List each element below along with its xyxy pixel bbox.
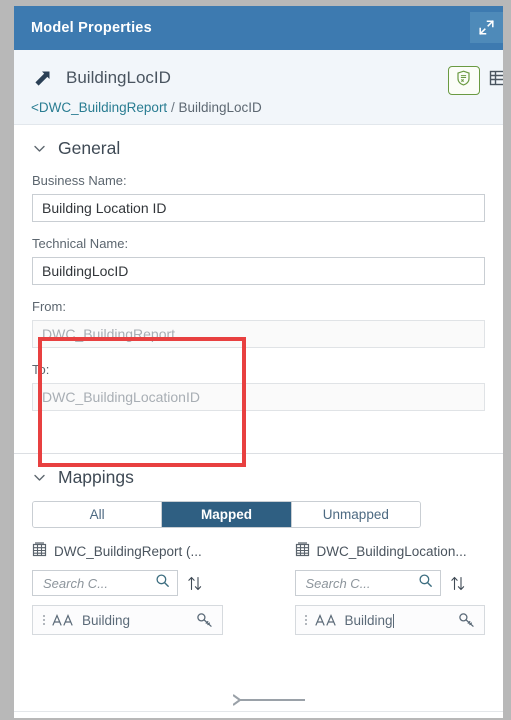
- field-business-name: Business Name: Building Location ID: [32, 173, 485, 222]
- from-input: DWC_BuildingReport: [32, 320, 485, 348]
- search-row-left: Search C...: [32, 570, 223, 596]
- field-label-technical-name: Technical Name:: [32, 236, 129, 251]
- chevron-down-icon[interactable]: [32, 470, 54, 485]
- section-title-general: General: [58, 137, 121, 158]
- field-from: From: DWC_BuildingReport: [32, 299, 485, 348]
- search-icon[interactable]: [155, 573, 170, 593]
- sort-icon[interactable]: [450, 575, 466, 592]
- mapping-connector-line: [232, 693, 305, 706]
- drag-grip-icon[interactable]: [39, 615, 48, 625]
- object-header-actions: 0: [447, 66, 503, 95]
- mapping-item-left[interactable]: Building: [32, 605, 223, 635]
- to-input: DWC_BuildingLocationID: [32, 383, 485, 411]
- field-technical-name: Technical Name: BuildingLocID: [32, 236, 485, 285]
- source-entity-row-left: DWC_BuildingReport (...: [32, 541, 223, 561]
- table-icon: [295, 542, 310, 560]
- search-input-right[interactable]: Search C...: [294, 570, 441, 596]
- filter-tab-mapped[interactable]: Mapped: [162, 502, 292, 527]
- window-title: Model Properties: [31, 20, 152, 36]
- field-label-to: To:: [32, 362, 50, 377]
- filter-tab-all[interactable]: All: [33, 502, 163, 527]
- expand-button[interactable]: [470, 12, 503, 43]
- search-input-left[interactable]: Search C...: [32, 570, 178, 596]
- source-entity-row-right: DWC_BuildingLocation...: [295, 541, 486, 561]
- model-properties-panel: Model Properties BuildingLocID <DWC_Buil…: [14, 6, 503, 718]
- mapping-column-source: DWC_BuildingReport (... Search C... Buil…: [32, 541, 223, 635]
- text-cursor: [392, 613, 394, 628]
- field-to: To: DWC_BuildingLocationID: [32, 362, 485, 411]
- search-placeholder-right: Search C...: [305, 575, 371, 591]
- mapping-column-target: DWC_BuildingLocation... Search C... Buil…: [294, 541, 486, 635]
- window-titlebar: Model Properties: [14, 6, 503, 50]
- breadcrumb: <DWC_BuildingReport / BuildingLocID: [14, 94, 503, 115]
- string-type-icon: [52, 613, 74, 627]
- mapping-item-right[interactable]: Building: [294, 605, 485, 635]
- breadcrumb-separator: /: [170, 100, 175, 115]
- search-placeholder-left: Search C...: [43, 575, 109, 591]
- shield-validation-icon: [456, 70, 471, 91]
- mapping-columns: DWC_BuildingReport (... Search C... Buil…: [32, 541, 485, 635]
- panel-bottom-strip: [14, 711, 503, 718]
- key-icon: [196, 612, 214, 628]
- sort-icon[interactable]: [187, 575, 203, 592]
- filter-tab-unmapped[interactable]: Unmapped: [291, 502, 420, 527]
- mapping-filter-tabs: All Mapped Unmapped: [32, 501, 421, 528]
- general-section-body: Business Name: Building Location ID Tech…: [14, 173, 503, 447]
- source-entity-label-left: DWC_BuildingReport (...: [54, 543, 202, 559]
- section-title-mappings: Mappings: [58, 466, 134, 487]
- key-icon: [458, 612, 476, 628]
- drag-grip-icon[interactable]: [302, 615, 311, 625]
- expand-icon: [478, 19, 495, 36]
- source-entity-label-right: DWC_BuildingLocation...: [316, 543, 467, 559]
- section-header-mappings[interactable]: Mappings: [14, 454, 503, 488]
- technical-name-input[interactable]: BuildingLocID: [32, 257, 485, 285]
- string-type-icon: [314, 613, 337, 627]
- field-label-business-name: Business Name:: [32, 173, 127, 188]
- section-header-general[interactable]: General: [14, 125, 503, 159]
- business-name-input[interactable]: Building Location ID: [32, 194, 485, 222]
- table-icon: [32, 542, 47, 560]
- breadcrumb-parent-link[interactable]: <DWC_BuildingReport: [31, 100, 167, 115]
- breadcrumb-current: BuildingLocID: [178, 100, 262, 115]
- field-label-from: From:: [32, 299, 66, 314]
- search-row-right: Search C...: [294, 570, 486, 596]
- record-count-group: 0: [489, 70, 503, 91]
- diagonal-arrow-icon: [32, 67, 58, 89]
- table-records-icon: [489, 70, 503, 91]
- object-title-row: BuildingLocID: [14, 62, 503, 95]
- search-icon[interactable]: [418, 573, 433, 593]
- mapping-item-label-left: Building: [82, 612, 131, 628]
- mappings-section-body: All Mapped Unmapped DWC_BuildingReport (…: [14, 501, 503, 635]
- mapping-item-label-right: Building: [344, 612, 394, 628]
- chevron-down-icon[interactable]: [32, 141, 54, 156]
- object-header: BuildingLocID <DWC_BuildingReport / Buil…: [14, 50, 503, 125]
- shield-validation-button[interactable]: [447, 66, 480, 95]
- object-title: BuildingLocID: [66, 68, 171, 87]
